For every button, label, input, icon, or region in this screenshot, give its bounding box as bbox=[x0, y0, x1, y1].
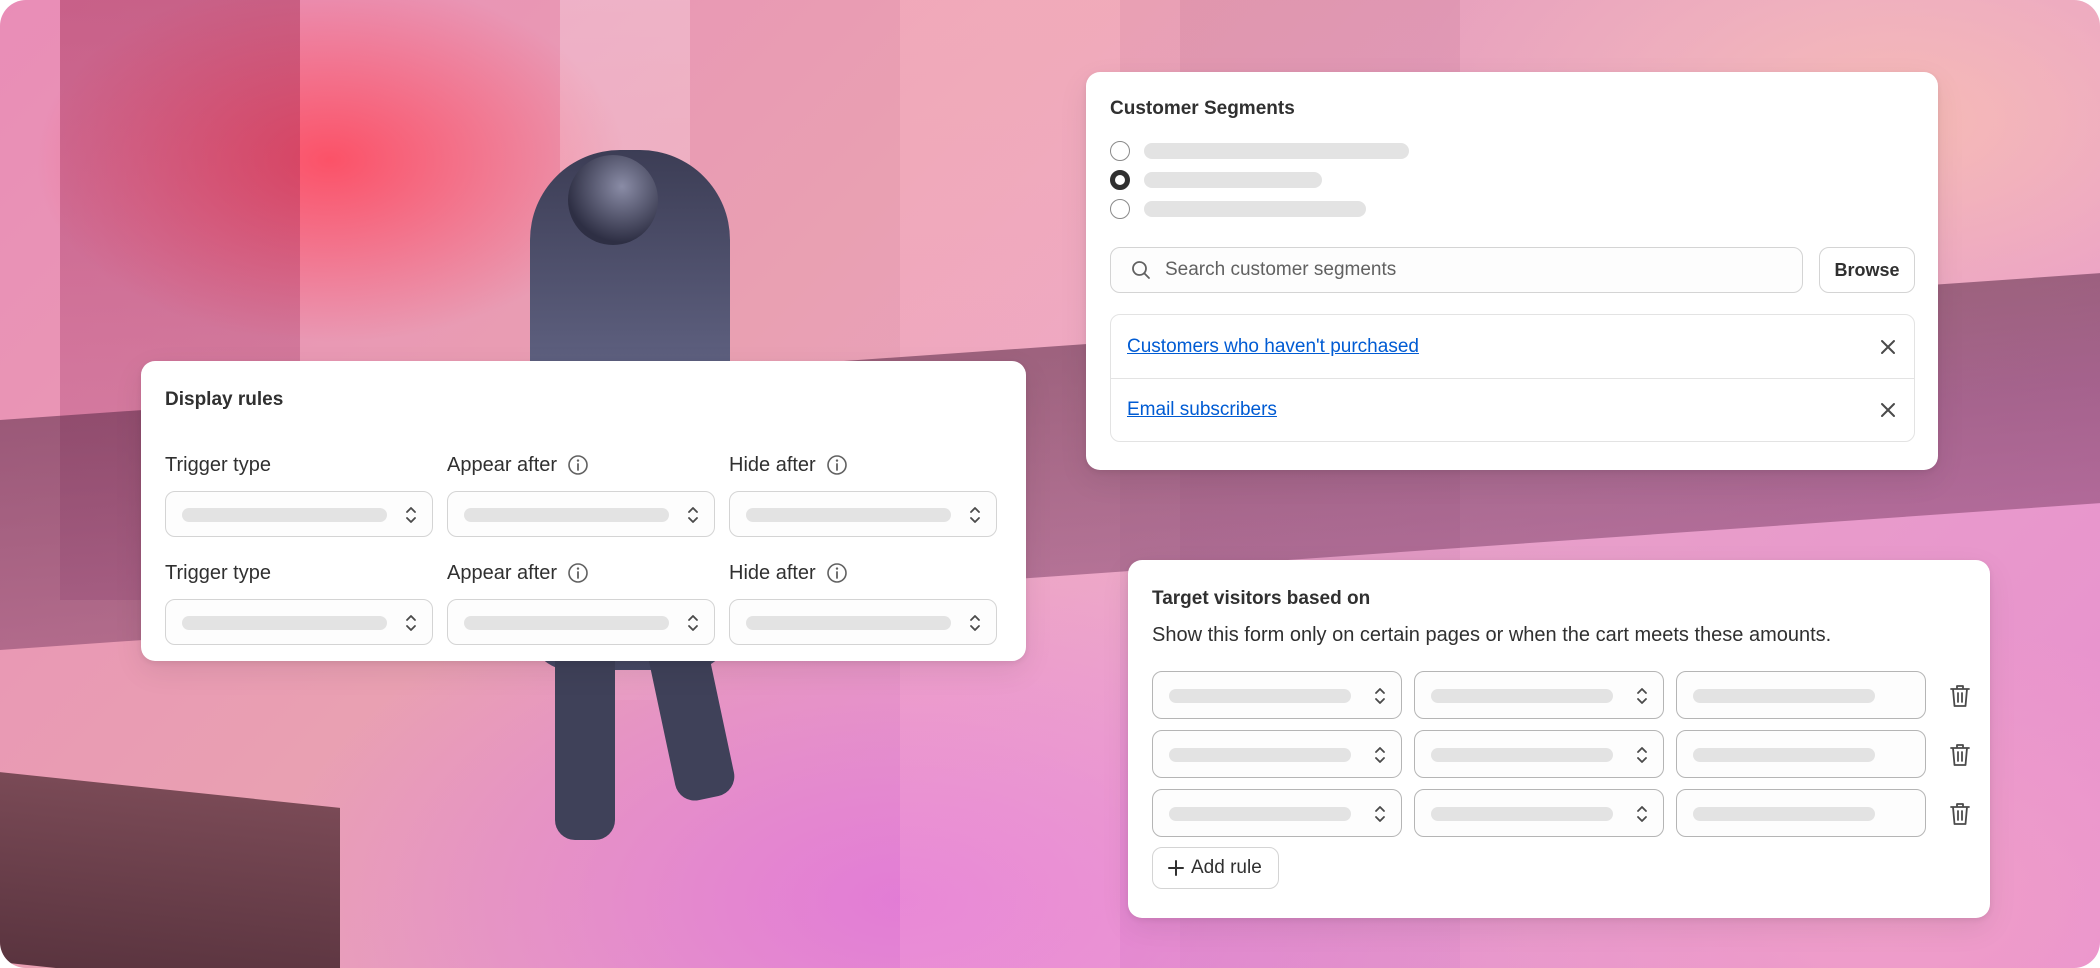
radio-label-placeholder bbox=[1144, 172, 1322, 188]
close-icon[interactable] bbox=[1878, 337, 1898, 357]
hide-after-select[interactable] bbox=[729, 599, 997, 645]
hide-after-select[interactable] bbox=[729, 491, 997, 537]
chevron-up-down-icon bbox=[1375, 747, 1385, 763]
chevron-up-down-icon bbox=[970, 615, 980, 631]
customer-segments-title: Customer Segments bbox=[1110, 98, 1295, 119]
info-icon[interactable] bbox=[826, 454, 848, 476]
close-icon[interactable] bbox=[1878, 400, 1898, 420]
search-icon bbox=[1132, 261, 1150, 279]
rule-value-input[interactable] bbox=[1676, 789, 1926, 837]
target-visitors-description: Show this form only on certain pages or … bbox=[1152, 624, 1832, 646]
hide-after-label: Hide after bbox=[729, 561, 816, 584]
chevron-up-down-icon bbox=[1375, 806, 1385, 822]
hide-after-field: Hide after bbox=[729, 451, 999, 537]
appear-after-select[interactable] bbox=[447, 491, 715, 537]
rule-value-input[interactable] bbox=[1676, 730, 1926, 778]
radio-label-placeholder bbox=[1144, 201, 1366, 217]
selected-segment-item: Customers who haven't purchased bbox=[1111, 315, 1914, 378]
chevron-up-down-icon bbox=[406, 507, 416, 523]
segment-link[interactable]: Customers who haven't purchased bbox=[1127, 336, 1419, 358]
trash-icon[interactable] bbox=[1948, 742, 1972, 768]
rule-operator-select[interactable] bbox=[1414, 671, 1664, 719]
segment-link[interactable]: Email subscribers bbox=[1127, 399, 1277, 421]
rule-value-input[interactable] bbox=[1676, 671, 1926, 719]
chevron-up-down-icon bbox=[688, 507, 698, 523]
target-rule-row bbox=[1152, 730, 1972, 778]
trash-icon[interactable] bbox=[1948, 683, 1972, 709]
selected-segment-item: Email subscribers bbox=[1111, 378, 1914, 441]
select-placeholder bbox=[182, 508, 387, 522]
chevron-up-down-icon bbox=[1637, 806, 1647, 822]
customer-segments-card: Customer Segments Browse Customers who h… bbox=[1086, 72, 1938, 470]
target-rule-row bbox=[1152, 789, 1972, 837]
selected-segments-list: Customers who haven't purchased Email su… bbox=[1110, 314, 1915, 442]
info-icon[interactable] bbox=[567, 454, 589, 476]
appear-after-field: Appear after bbox=[447, 451, 717, 537]
segment-search-input[interactable] bbox=[1163, 258, 1767, 282]
select-placeholder bbox=[1169, 748, 1351, 762]
segment-radio-option[interactable] bbox=[1110, 139, 1409, 163]
segment-radio-option[interactable] bbox=[1110, 197, 1366, 221]
display-rules-title: Display rules bbox=[165, 389, 284, 410]
background-crate bbox=[0, 772, 340, 968]
chevron-up-down-icon bbox=[970, 507, 980, 523]
appear-after-label: Appear after bbox=[447, 453, 558, 476]
add-rule-label: Add rule bbox=[1191, 857, 1262, 878]
select-placeholder bbox=[1431, 748, 1613, 762]
trash-icon[interactable] bbox=[1948, 801, 1972, 827]
input-placeholder bbox=[1693, 689, 1875, 703]
radio-label-placeholder bbox=[1144, 143, 1409, 159]
trigger-type-label: Trigger type bbox=[165, 561, 271, 584]
appear-after-label: Appear after bbox=[447, 561, 558, 584]
rule-operator-select[interactable] bbox=[1414, 789, 1664, 837]
rule-condition-select[interactable] bbox=[1152, 671, 1402, 719]
select-placeholder bbox=[1431, 689, 1613, 703]
select-placeholder bbox=[1431, 807, 1613, 821]
appear-after-field: Appear after bbox=[447, 559, 717, 645]
chevron-up-down-icon bbox=[688, 615, 698, 631]
target-rule-row bbox=[1152, 671, 1972, 719]
radio-button[interactable] bbox=[1110, 141, 1130, 161]
select-placeholder bbox=[746, 508, 951, 522]
info-icon[interactable] bbox=[826, 562, 848, 584]
hide-after-label: Hide after bbox=[729, 453, 816, 476]
trigger-type-field: Trigger type bbox=[165, 559, 435, 645]
astronaut-helmet bbox=[568, 155, 658, 245]
chevron-up-down-icon bbox=[406, 615, 416, 631]
target-visitors-card: Target visitors based on Show this form … bbox=[1128, 560, 1990, 918]
browse-button[interactable]: Browse bbox=[1819, 247, 1915, 293]
target-visitors-title: Target visitors based on bbox=[1152, 588, 1371, 609]
select-placeholder bbox=[182, 616, 387, 630]
appear-after-select[interactable] bbox=[447, 599, 715, 645]
rule-operator-select[interactable] bbox=[1414, 730, 1664, 778]
select-placeholder bbox=[1169, 807, 1351, 821]
rule-condition-select[interactable] bbox=[1152, 789, 1402, 837]
trigger-type-select[interactable] bbox=[165, 599, 433, 645]
add-rule-button[interactable]: Add rule bbox=[1152, 847, 1279, 889]
segment-radio-option[interactable] bbox=[1110, 168, 1322, 192]
select-placeholder bbox=[746, 616, 951, 630]
trigger-type-select[interactable] bbox=[165, 491, 433, 537]
plus-icon bbox=[1168, 860, 1184, 876]
input-placeholder bbox=[1693, 807, 1875, 821]
info-icon[interactable] bbox=[567, 562, 589, 584]
input-placeholder bbox=[1693, 748, 1875, 762]
chevron-up-down-icon bbox=[1375, 688, 1385, 704]
rule-condition-select[interactable] bbox=[1152, 730, 1402, 778]
segment-search-field[interactable] bbox=[1110, 247, 1803, 293]
trigger-type-label: Trigger type bbox=[165, 453, 271, 476]
radio-button-selected[interactable] bbox=[1110, 170, 1130, 190]
trigger-type-field: Trigger type bbox=[165, 451, 435, 537]
display-rules-card: Display rules Trigger type Appear after … bbox=[141, 361, 1026, 661]
chevron-up-down-icon bbox=[1637, 747, 1647, 763]
select-placeholder bbox=[1169, 689, 1351, 703]
radio-button[interactable] bbox=[1110, 199, 1130, 219]
hide-after-field: Hide after bbox=[729, 559, 999, 645]
select-placeholder bbox=[464, 508, 669, 522]
chevron-up-down-icon bbox=[1637, 688, 1647, 704]
select-placeholder bbox=[464, 616, 669, 630]
